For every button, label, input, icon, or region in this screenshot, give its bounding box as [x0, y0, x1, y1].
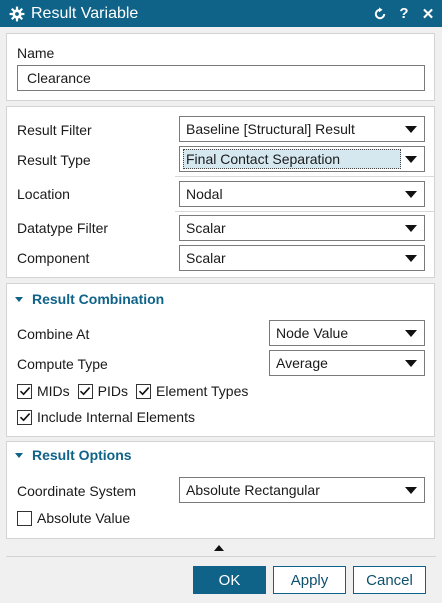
result-filter-dropdown[interactable]: Baseline [Structural] Result: [179, 116, 425, 142]
chevron-down-icon: [405, 360, 417, 367]
result-type-value: Final Contact Separation: [183, 149, 401, 169]
expand-up-icon[interactable]: [214, 545, 224, 551]
coordinate-system-label: Coordinate System: [17, 483, 137, 499]
help-icon[interactable]: ?: [396, 5, 412, 22]
compute-type-dropdown[interactable]: Average: [269, 350, 425, 376]
checkmark-icon: [136, 383, 152, 399]
coordinate-system-dropdown[interactable]: Absolute Rectangular: [179, 477, 425, 503]
combine-at-dropdown[interactable]: Node Value: [269, 320, 425, 346]
datatype-filter-label: Datatype Filter: [17, 220, 109, 236]
result-options-title: Result Options: [32, 447, 132, 463]
window-title: Result Variable: [31, 4, 139, 22]
result-type-label: Result Type: [17, 152, 91, 168]
result-filter-value: Baseline [Structural] Result: [186, 121, 355, 137]
checkbox-box: [17, 510, 32, 526]
result-panel: Result Filter Baseline [Structural] Resu…: [6, 106, 435, 278]
close-icon[interactable]: ✕: [420, 5, 436, 23]
collapse-icon: [15, 452, 23, 458]
chevron-down-icon: [405, 487, 417, 494]
combine-at-value: Node Value: [276, 325, 349, 341]
divider: [175, 211, 434, 212]
chevron-down-icon: [405, 126, 417, 133]
reset-icon[interactable]: [372, 6, 388, 21]
datatype-filter-dropdown[interactable]: Scalar: [179, 215, 425, 241]
chevron-down-icon: [405, 225, 417, 232]
location-value: Nodal: [186, 186, 223, 202]
datatype-filter-value: Scalar: [186, 220, 226, 236]
name-panel: Name Clearance: [6, 33, 435, 101]
footer-divider: [6, 556, 436, 557]
chevron-down-icon: [405, 255, 417, 262]
cancel-button[interactable]: Cancel: [353, 566, 426, 594]
mids-label: MIDs: [37, 383, 70, 399]
result-combination-title: Result Combination: [32, 291, 165, 307]
result-type-dropdown[interactable]: Final Contact Separation: [179, 146, 425, 172]
gear-icon[interactable]: [6, 6, 28, 22]
component-dropdown[interactable]: Scalar: [179, 245, 425, 271]
title-bar: Result Variable ? ✕: [0, 0, 442, 27]
component-value: Scalar: [186, 250, 226, 266]
result-options-panel: Result Options Coordinate System Absolut…: [6, 441, 435, 539]
chevron-down-icon: [405, 330, 417, 337]
collapse-icon: [15, 296, 23, 302]
include-internal-label: Include Internal Elements: [37, 409, 195, 425]
name-label: Name: [17, 45, 55, 61]
include-internal-checkbox[interactable]: Include Internal Elements: [17, 409, 195, 425]
result-combination-panel: Result Combination Combine At Node Value…: [6, 283, 435, 437]
filter-checkbox-row: MIDs PIDs Element Types: [17, 383, 256, 399]
chevron-down-icon: [405, 191, 417, 198]
element-types-checkbox[interactable]: Element Types: [136, 383, 248, 399]
checkmark-icon: [77, 383, 93, 399]
element-types-label: Element Types: [156, 383, 249, 399]
ok-button[interactable]: OK: [193, 566, 266, 594]
absolute-value-checkbox[interactable]: Absolute Value: [17, 510, 130, 526]
combine-at-label: Combine At: [17, 326, 90, 342]
component-label: Component: [17, 250, 90, 266]
pids-checkbox[interactable]: PIDs: [77, 383, 129, 399]
compute-type-label: Compute Type: [17, 356, 108, 372]
result-filter-label: Result Filter: [17, 122, 92, 138]
compute-type-value: Average: [276, 355, 328, 371]
divider: [175, 176, 434, 177]
coordinate-system-value: Absolute Rectangular: [186, 482, 320, 498]
location-dropdown[interactable]: Nodal: [179, 181, 425, 207]
location-label: Location: [17, 186, 70, 202]
result-options-header[interactable]: Result Options: [15, 447, 132, 463]
result-combination-header[interactable]: Result Combination: [15, 291, 164, 307]
apply-button[interactable]: Apply: [273, 566, 346, 594]
checkmark-icon: [17, 409, 32, 425]
chevron-down-icon: [405, 156, 417, 163]
absolute-value-label: Absolute Value: [37, 510, 131, 526]
pids-label: PIDs: [97, 383, 129, 399]
name-input[interactable]: Clearance: [17, 65, 425, 91]
checkmark-icon: [17, 383, 32, 399]
mids-checkbox[interactable]: MIDs: [17, 383, 70, 399]
